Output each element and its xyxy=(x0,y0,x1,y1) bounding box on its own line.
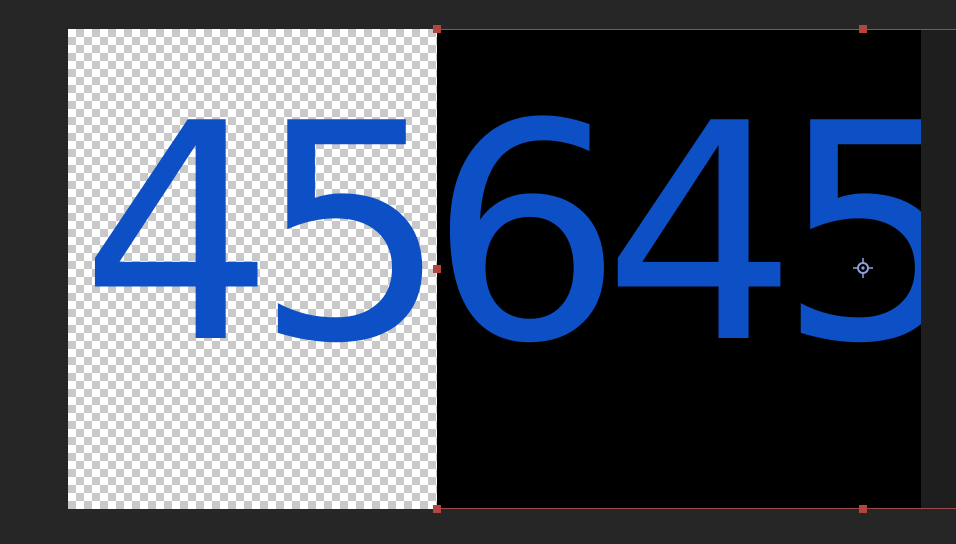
composition-canvas[interactable]: 45645 xyxy=(68,29,921,509)
transform-handle-bottom-left[interactable] xyxy=(433,505,441,513)
pasteboard-edge xyxy=(921,29,956,509)
transform-handle-top-middle[interactable] xyxy=(859,25,867,33)
anchor-point-crosshair-icon[interactable] xyxy=(853,258,873,278)
transform-handle-bottom-middle[interactable] xyxy=(859,505,867,513)
composition-viewer: 45645 xyxy=(0,0,956,544)
text-layer[interactable]: 45645 xyxy=(80,85,921,385)
transform-handle-top-left[interactable] xyxy=(433,25,441,33)
transform-handle-middle-left[interactable] xyxy=(433,265,441,273)
